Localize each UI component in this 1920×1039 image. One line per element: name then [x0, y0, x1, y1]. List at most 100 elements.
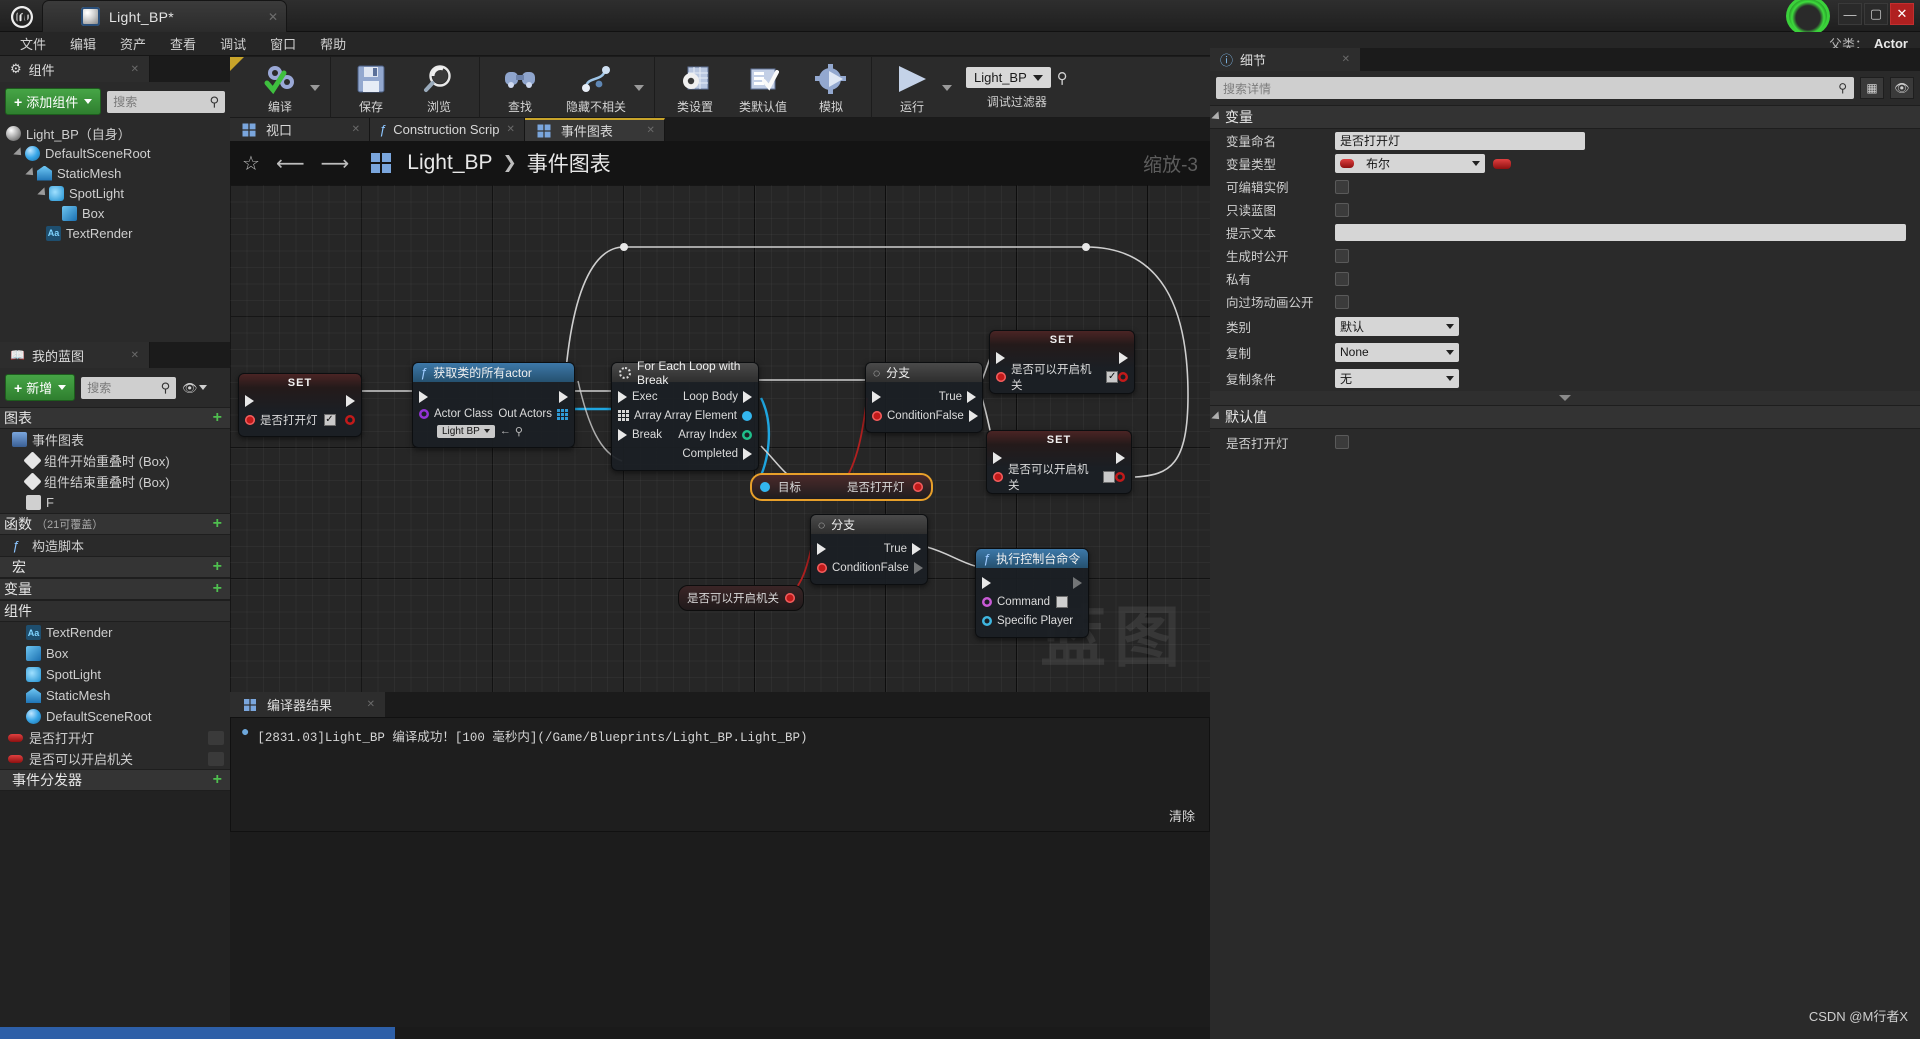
play-dropdown-caret-icon[interactable]	[942, 84, 952, 91]
exec-in-pin[interactable]	[872, 390, 881, 403]
minimize-button[interactable]: —	[1838, 3, 1862, 25]
false-exec-pin[interactable]	[968, 409, 978, 422]
hide-unrelated-caret-icon[interactable]	[634, 84, 644, 91]
target-in-pin[interactable]	[760, 482, 770, 492]
exec-out-pin[interactable]	[1073, 576, 1082, 589]
use-selected-icon[interactable]: ←	[500, 425, 511, 437]
list-item-construction-script[interactable]: ƒ 构造脚本	[0, 535, 230, 556]
details-section-default-value[interactable]: 默认值	[1210, 405, 1920, 429]
close-icon[interactable]: ✕	[131, 64, 139, 75]
node-set-is-light-on[interactable]: SET 是否打开灯 ✓	[238, 373, 362, 437]
grid-view-icon[interactable]: ▦	[1860, 77, 1884, 99]
exec-out-pin[interactable]	[1116, 451, 1125, 464]
section-macros[interactable]: 宏 +	[0, 556, 230, 578]
node-branch-2[interactable]: ◌ 分支 True Condition False	[810, 514, 928, 585]
clear-log-button[interactable]: 清除	[1169, 806, 1195, 825]
exec-out-pin[interactable]	[559, 390, 568, 403]
myblueprint-search-input[interactable]: 搜索 ⚲	[81, 376, 177, 399]
forward-arrow-icon[interactable]: ⟶	[321, 151, 350, 176]
add-dispatcher-button[interactable]: +	[213, 771, 222, 789]
tab-viewport[interactable]: 视口 ✕	[230, 118, 370, 141]
debug-search-icon[interactable]: ⚲	[1057, 69, 1068, 87]
add-variable-button[interactable]: +	[213, 580, 222, 598]
variable-type-combo[interactable]: 布尔	[1335, 154, 1485, 173]
hide-unrelated-button[interactable]: 隐藏不相关	[554, 57, 638, 115]
node-execute-console-command[interactable]: ƒ 执行控制台命令 Command Specific Player	[975, 548, 1089, 638]
actor-class-combo[interactable]: Light BP	[437, 424, 495, 438]
menu-item-debug[interactable]: 调试	[208, 32, 258, 55]
chevron-down-icon[interactable]	[37, 187, 49, 199]
browse-button[interactable]: 浏览	[405, 57, 473, 115]
simulate-button[interactable]: 模拟	[797, 57, 865, 115]
class-in-pin[interactable]	[419, 409, 429, 419]
list-item-event-graph[interactable]: 事件图表	[0, 429, 230, 450]
break-in-pin[interactable]	[618, 428, 627, 441]
bool-in-pin[interactable]	[993, 471, 1003, 482]
private-checkbox[interactable]	[1335, 271, 1349, 286]
add-function-button[interactable]: +	[213, 515, 222, 533]
menu-item-assets[interactable]: 资产	[108, 32, 158, 55]
tab-construction-script[interactable]: ƒ Construction Scrip ✕	[370, 118, 525, 141]
loop-body-pin[interactable]	[743, 390, 752, 403]
node-set-can-open-switch-true[interactable]: SET 是否可以开启机关 ✓	[989, 330, 1135, 394]
node-for-each-loop-with-break[interactable]: For Each Loop with Break Exec Loop Body …	[611, 359, 759, 471]
exec-in-pin[interactable]	[982, 576, 991, 589]
bool-out-pin[interactable]	[785, 593, 795, 603]
close-icon[interactable]: ✕	[1342, 54, 1350, 65]
pin-checkbox[interactable]: ✓	[323, 413, 336, 426]
close-icon[interactable]: ✕	[646, 125, 654, 136]
class-defaults-button[interactable]: 类默认值	[729, 57, 797, 115]
section-functions[interactable]: 函数 （21可覆盖） +	[0, 513, 230, 535]
section-variables[interactable]: 变量 +	[0, 578, 230, 600]
class-settings-button[interactable]: 类设置	[661, 57, 729, 115]
tab-components[interactable]: ⚙ 组件 ✕	[0, 56, 150, 82]
list-item-begin-overlap[interactable]: 组件开始重叠时 (Box)	[0, 450, 230, 471]
tree-item-spot-light[interactable]: SpotLight	[0, 183, 230, 203]
tree-item-box[interactable]: Box	[0, 203, 230, 223]
close-icon[interactable]: ✕	[367, 699, 375, 710]
node-branch-1[interactable]: ◌ 分支 True Condition False	[865, 362, 983, 433]
add-macro-button[interactable]: +	[213, 558, 222, 576]
tooltip-input[interactable]	[1335, 224, 1906, 241]
blueprint-readonly-checkbox[interactable]	[1335, 202, 1349, 217]
variable-visibility-toggle[interactable]	[208, 751, 224, 766]
tree-item-default-scene-root[interactable]: DefaultSceneRoot	[0, 143, 230, 163]
node-get-is-light-on[interactable]: 目标 是否打开灯	[750, 473, 933, 501]
node-get-can-open-switch[interactable]: 是否可以开启机关	[678, 585, 804, 611]
variable-name-input[interactable]: 是否打开灯	[1335, 131, 1585, 150]
bool-out-pin[interactable]	[1115, 472, 1125, 482]
close-icon[interactable]: ✕	[268, 10, 278, 24]
exec-in-pin[interactable]	[993, 451, 1002, 464]
menu-item-file[interactable]: 文件	[8, 32, 58, 55]
menu-item-help[interactable]: 帮助	[308, 32, 358, 55]
expose-to-cinematics-checkbox[interactable]	[1335, 294, 1349, 309]
array-in-pin[interactable]	[618, 410, 629, 421]
compile-button[interactable]: 编译	[246, 57, 314, 115]
find-button[interactable]: 查找	[486, 57, 554, 115]
replication-condition-combo[interactable]: 无	[1335, 368, 1459, 388]
favorite-star-icon[interactable]: ☆	[242, 151, 260, 176]
tree-item-static-mesh[interactable]: StaticMesh	[0, 163, 230, 183]
node-set-can-open-switch-false[interactable]: SET 是否可以开启机关	[986, 430, 1132, 494]
add-component-button[interactable]: + 添加组件	[5, 88, 102, 115]
add-graph-button[interactable]: +	[213, 409, 222, 427]
menu-item-view[interactable]: 查看	[158, 32, 208, 55]
menu-item-edit[interactable]: 编辑	[58, 32, 108, 55]
bool-in-pin[interactable]	[996, 371, 1006, 382]
section-graphs[interactable]: 图表 +	[0, 407, 230, 429]
node-get-all-actors-of-class[interactable]: ƒ 获取类的所有actor Actor Class Out Actors Lig…	[412, 362, 575, 448]
debug-filter-combo[interactable]: Light_BP	[966, 67, 1051, 88]
eye-icon[interactable]: 👁	[1890, 77, 1914, 99]
array-out-pin[interactable]	[557, 408, 568, 420]
replication-combo[interactable]: None	[1335, 342, 1459, 362]
browse-asset-icon[interactable]: ⚲	[515, 425, 523, 438]
bool-out-pin[interactable]	[1118, 372, 1128, 382]
condition-in-pin[interactable]	[872, 410, 882, 421]
true-exec-pin[interactable]	[967, 390, 976, 403]
close-icon[interactable]: ✕	[506, 124, 514, 135]
completed-pin[interactable]	[743, 447, 752, 460]
close-icon[interactable]: ✕	[131, 350, 139, 361]
editable-instance-checkbox[interactable]	[1335, 179, 1349, 194]
maximize-button[interactable]: ▢	[1864, 3, 1888, 25]
exec-in-pin[interactable]	[817, 542, 826, 555]
